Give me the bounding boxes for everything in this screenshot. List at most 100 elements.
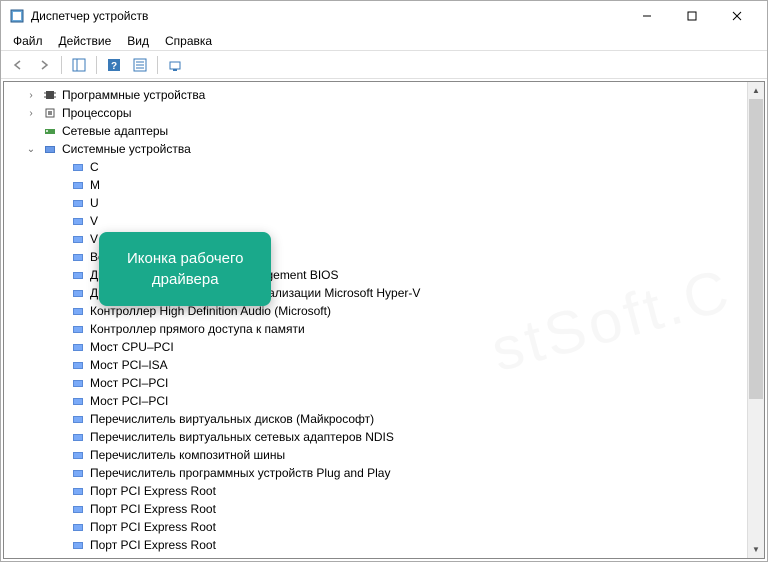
tree-category[interactable]: ⌄ Системные устройства	[4, 140, 747, 158]
menu-action[interactable]: Действие	[51, 32, 120, 50]
device-label: C	[90, 160, 99, 174]
maximize-button[interactable]	[669, 2, 714, 30]
device-icon	[70, 213, 86, 229]
tree-device-item[interactable]: Порт PCI Express Root	[4, 482, 747, 500]
category-icon	[42, 141, 58, 157]
window-title: Диспетчер устройств	[31, 9, 624, 23]
help-button[interactable]: ?	[103, 54, 125, 76]
tree-device-item[interactable]: Мост PCI–PCI	[4, 392, 747, 410]
category-icon	[42, 105, 58, 121]
device-icon	[70, 375, 86, 391]
scroll-down-button[interactable]: ▼	[748, 541, 764, 558]
device-icon	[70, 231, 86, 247]
device-icon	[70, 159, 86, 175]
tree-device-item[interactable]: Контроллер прямого доступа к памяти	[4, 320, 747, 338]
expand-closed-icon[interactable]: ›	[24, 108, 38, 119]
scroll-up-button[interactable]: ▲	[748, 82, 764, 99]
tree-device-item[interactable]: Перечислитель композитной шины	[4, 446, 747, 464]
annotation-callout: Иконка рабочего драйвера	[99, 232, 271, 306]
tree-device-item[interactable]: Мост PCI–ISA	[4, 356, 747, 374]
device-label: U	[90, 196, 99, 210]
close-button[interactable]	[714, 2, 759, 30]
svg-text:?: ?	[111, 61, 117, 72]
device-label: V	[90, 214, 98, 228]
device-icon	[70, 339, 86, 355]
callout-line2: драйвера	[127, 269, 243, 290]
device-label: Контроллер прямого доступа к памяти	[90, 322, 305, 336]
menu-file[interactable]: Файл	[5, 32, 51, 50]
expand-closed-icon[interactable]: ›	[24, 90, 38, 101]
tree-device-item[interactable]: Порт PCI Express Root	[4, 536, 747, 554]
window-controls	[624, 2, 759, 30]
back-button[interactable]	[7, 54, 29, 76]
device-label: M	[90, 178, 100, 192]
device-label: Порт PCI Express Root	[90, 538, 216, 552]
tree-device-item[interactable]: V	[4, 212, 747, 230]
tree-device-item[interactable]: M	[4, 176, 747, 194]
tree-device-item[interactable]: C	[4, 158, 747, 176]
device-icon	[70, 483, 86, 499]
tree-device-item[interactable]: Порт PCI Express Root	[4, 500, 747, 518]
device-icon	[70, 285, 86, 301]
tree-device-item[interactable]: Мост CPU–PCI	[4, 338, 747, 356]
device-icon	[70, 393, 86, 409]
toolbar-separator	[157, 56, 158, 74]
callout-line1: Иконка рабочего	[127, 248, 243, 269]
device-label: V	[90, 232, 98, 246]
minimize-button[interactable]	[624, 2, 669, 30]
category-icon	[42, 123, 58, 139]
show-hide-tree-button[interactable]	[68, 54, 90, 76]
titlebar: Диспетчер устройств	[1, 1, 767, 31]
category-label: Сетевые адаптеры	[62, 124, 168, 138]
device-icon	[70, 249, 86, 265]
device-label: Мост PCI–PCI	[90, 394, 168, 408]
scan-hardware-button[interactable]	[164, 54, 186, 76]
device-icon	[70, 321, 86, 337]
tree-category[interactable]: › Процессоры	[4, 104, 747, 122]
device-label: Мост PCI–ISA	[90, 358, 168, 372]
device-label: Порт PCI Express Root	[90, 484, 216, 498]
properties-button[interactable]	[129, 54, 151, 76]
category-label: Системные устройства	[62, 142, 191, 156]
device-icon	[70, 447, 86, 463]
device-label: Порт PCI Express Root	[90, 520, 216, 534]
device-icon	[70, 519, 86, 535]
scrollbar-thumb[interactable]	[749, 99, 763, 399]
device-icon	[70, 177, 86, 193]
tree-category[interactable]: › Программные устройства	[4, 86, 747, 104]
menu-view[interactable]: Вид	[119, 32, 157, 50]
tree-device-item[interactable]: Перечислитель виртуальных дисков (Майкро…	[4, 410, 747, 428]
device-manager-window: Диспетчер устройств Файл Действие Вид Сп…	[0, 0, 768, 562]
device-label: Мост CPU–PCI	[90, 340, 174, 354]
tree-device-item[interactable]: U	[4, 194, 747, 212]
toolbar-separator	[96, 56, 97, 74]
menu-help[interactable]: Справка	[157, 32, 220, 50]
tree-device-item[interactable]: Порт PCI Express Root	[4, 518, 747, 536]
tree-device-item[interactable]: Мост PCI–PCI	[4, 374, 747, 392]
toolbar: ?	[1, 51, 767, 79]
app-icon	[9, 8, 25, 24]
device-label: Перечислитель композитной шины	[90, 448, 285, 462]
tree-category[interactable]: Сетевые адаптеры	[4, 122, 747, 140]
device-label: Контроллер High Definition Audio (Micros…	[90, 304, 331, 318]
device-label: Мост PCI–PCI	[90, 376, 168, 390]
forward-button[interactable]	[33, 54, 55, 76]
category-label: Процессоры	[62, 106, 132, 120]
category-icon	[42, 87, 58, 103]
device-icon	[70, 195, 86, 211]
device-label: Перечислитель виртуальных сетевых адапте…	[90, 430, 394, 444]
device-tree[interactable]: › Программные устройства › Процессоры Сетевы…	[4, 82, 747, 558]
device-label: Порт PCI Express Root	[90, 502, 216, 516]
tree-device-item[interactable]: Перечислитель программных устройств Plug…	[4, 464, 747, 482]
device-icon	[70, 429, 86, 445]
scrollbar[interactable]: ▲ ▼	[747, 82, 764, 558]
device-icon	[70, 537, 86, 553]
category-label: Программные устройства	[62, 88, 205, 102]
device-icon	[70, 303, 86, 319]
device-icon	[70, 411, 86, 427]
toolbar-separator	[61, 56, 62, 74]
expand-open-icon[interactable]: ⌄	[24, 144, 38, 155]
device-label: Перечислитель программных устройств Plug…	[90, 466, 390, 480]
tree-device-item[interactable]: Перечислитель виртуальных сетевых адапте…	[4, 428, 747, 446]
content-area: › Программные устройства › Процессоры Сетевы…	[3, 81, 765, 559]
